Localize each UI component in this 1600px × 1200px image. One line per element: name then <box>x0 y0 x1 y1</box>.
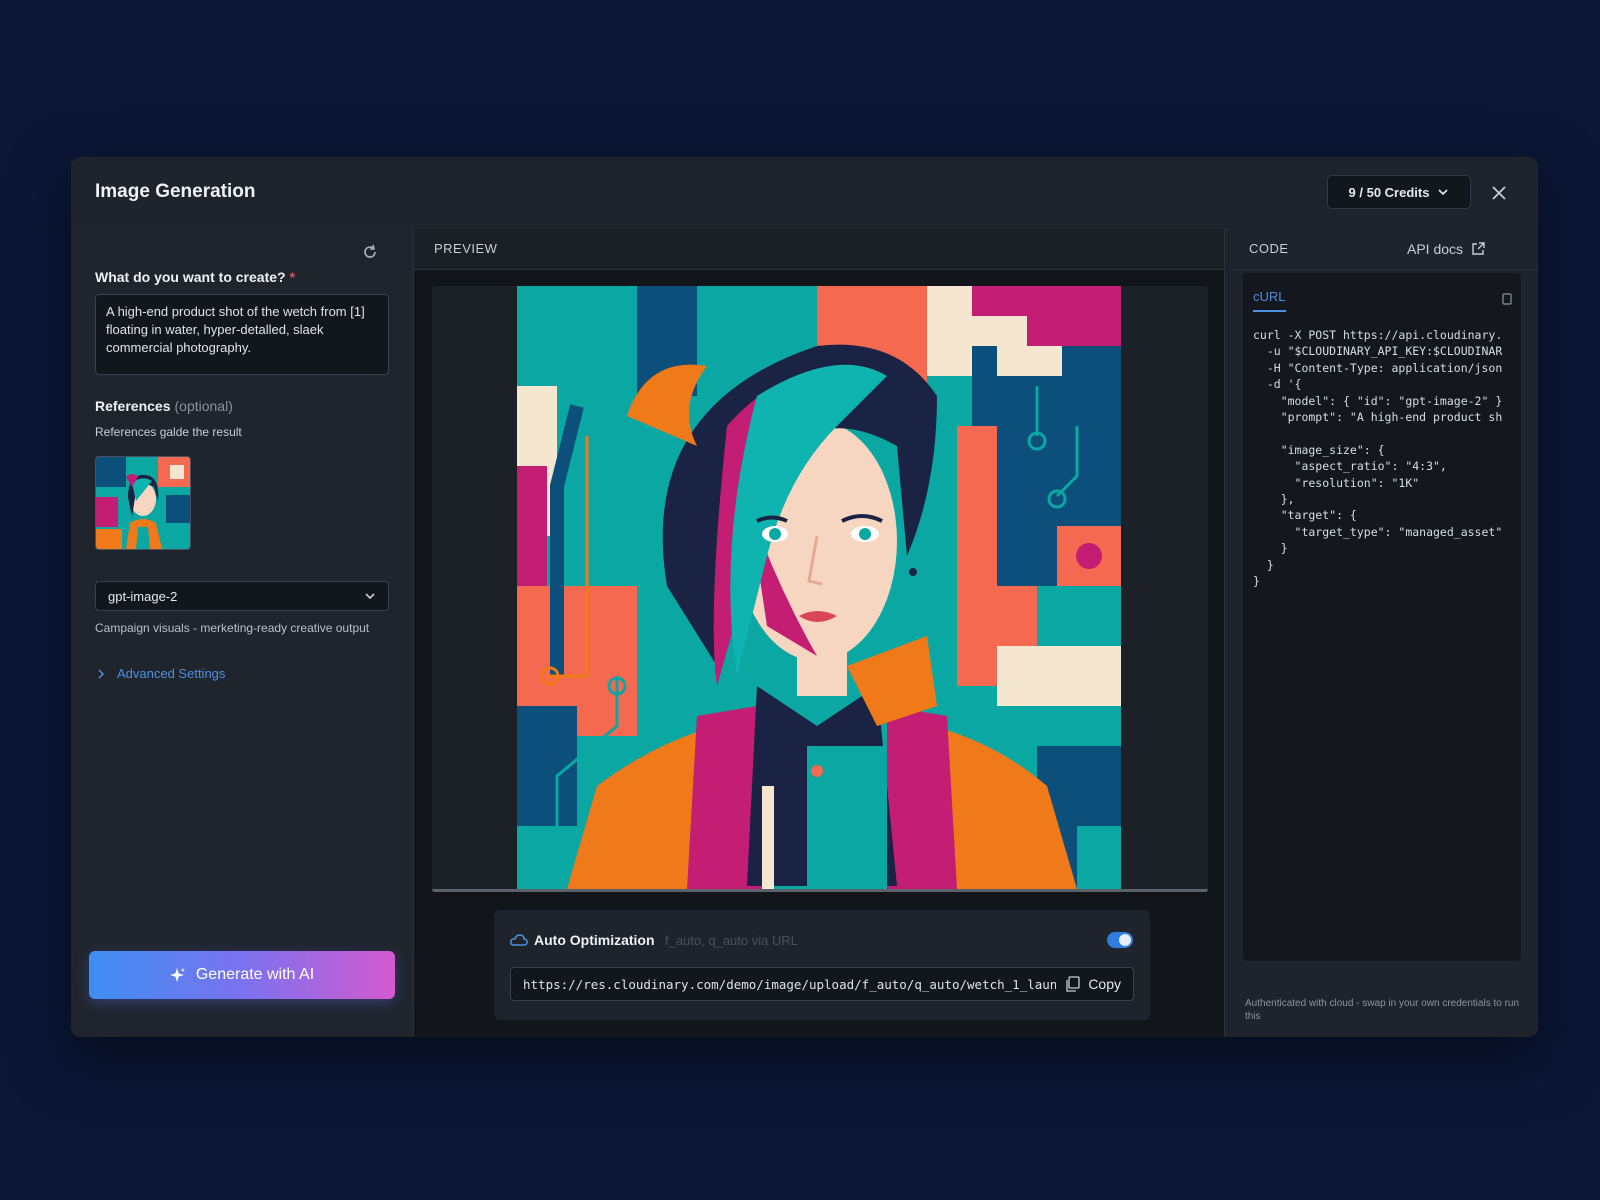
preview-stage <box>432 286 1208 892</box>
references-hint: References galde the result <box>95 425 242 439</box>
auth-note: Authenticated with cloud - swap in your … <box>1245 998 1520 1022</box>
chevron-down-icon <box>365 593 375 600</box>
code-header: CODE API docs <box>1229 229 1538 270</box>
copy-icon[interactable] <box>1501 293 1513 305</box>
modal-header: Image Generation 9 / 50 Credits <box>71 157 1538 230</box>
delivery-url-field[interactable]: https://res.cloudinary.com/demo/image/up… <box>510 967 1134 1001</box>
credits-label: 9 / 50 Credits <box>1348 184 1430 200</box>
code-snippet: curl -X POST https://api.cloudinary. -u … <box>1253 328 1503 589</box>
api-docs-link[interactable]: API docs <box>1407 241 1485 257</box>
api-docs-label: API docs <box>1407 241 1464 257</box>
delivery-url: https://res.cloudinary.com/demo/image/up… <box>523 976 1057 992</box>
auto-optimization-title: Auto Optimization <box>534 932 655 948</box>
reference-portrait-image <box>96 457 190 549</box>
auto-optimization-toggle[interactable] <box>1107 932 1133 948</box>
close-icon[interactable] <box>1485 179 1513 207</box>
cloud-icon <box>510 934 528 946</box>
credits-dropdown[interactable]: 9 / 50 Credits <box>1327 175 1471 209</box>
generated-image <box>517 286 1121 889</box>
prompt-input[interactable]: A high-end product shot of the wetch fro… <box>95 294 389 375</box>
code-panel: CODE API docs cURL curl -X POST https://… <box>1229 229 1538 1037</box>
prompt-label: What do you want to create? * <box>95 269 295 285</box>
model-select[interactable]: gpt-image-2 <box>95 581 389 611</box>
advanced-settings-label: Advanced Settings <box>117 666 226 681</box>
required-mark: * <box>289 269 296 285</box>
tab-curl[interactable]: cURL <box>1253 289 1286 312</box>
auto-optimization-hint: f_auto, q_auto via URL <box>665 933 798 948</box>
references-label: References (optional) <box>95 398 233 414</box>
image-generation-modal: Image Generation 9 / 50 Credits What do … <box>71 157 1538 1037</box>
refresh-icon[interactable] <box>361 243 379 261</box>
model-description: Campaign visuals - merketing-ready creat… <box>95 621 370 635</box>
code-label: CODE <box>1249 241 1289 256</box>
preview-header: PREVIEW <box>414 229 1224 270</box>
generate-button[interactable]: Generate with AI <box>89 951 395 999</box>
copy-url-button[interactable]: Copy <box>1066 976 1121 992</box>
chevron-right-icon <box>98 668 105 679</box>
copy-icon <box>1066 976 1080 992</box>
prompt-label-text: What do you want to create? <box>95 269 286 285</box>
external-link-icon <box>1472 242 1485 255</box>
copy-label: Copy <box>1088 976 1121 992</box>
references-label-text: References <box>95 398 171 414</box>
generate-label: Generate with AI <box>195 966 315 983</box>
auto-optimization-panel: Auto Optimization f_auto, q_auto via URL… <box>494 910 1150 1020</box>
advanced-settings-toggle[interactable]: Advanced Settings <box>97 666 225 681</box>
preview-panel: PREVIEW Auto Optimization f_auto, q_auto… <box>413 229 1225 1037</box>
references-optional: (optional) <box>174 398 233 414</box>
chevron-down-icon <box>1438 189 1449 196</box>
sparkle-icon <box>169 968 185 982</box>
preview-label: PREVIEW <box>434 241 498 256</box>
modal-title: Image Generation <box>95 181 256 202</box>
settings-panel: What do you want to create? * A high-end … <box>71 229 413 1037</box>
reference-image-thumbnail[interactable] <box>95 456 191 550</box>
model-value: gpt-image-2 <box>108 588 178 604</box>
code-area: cURL curl -X POST https://api.cloudinary… <box>1243 273 1521 961</box>
